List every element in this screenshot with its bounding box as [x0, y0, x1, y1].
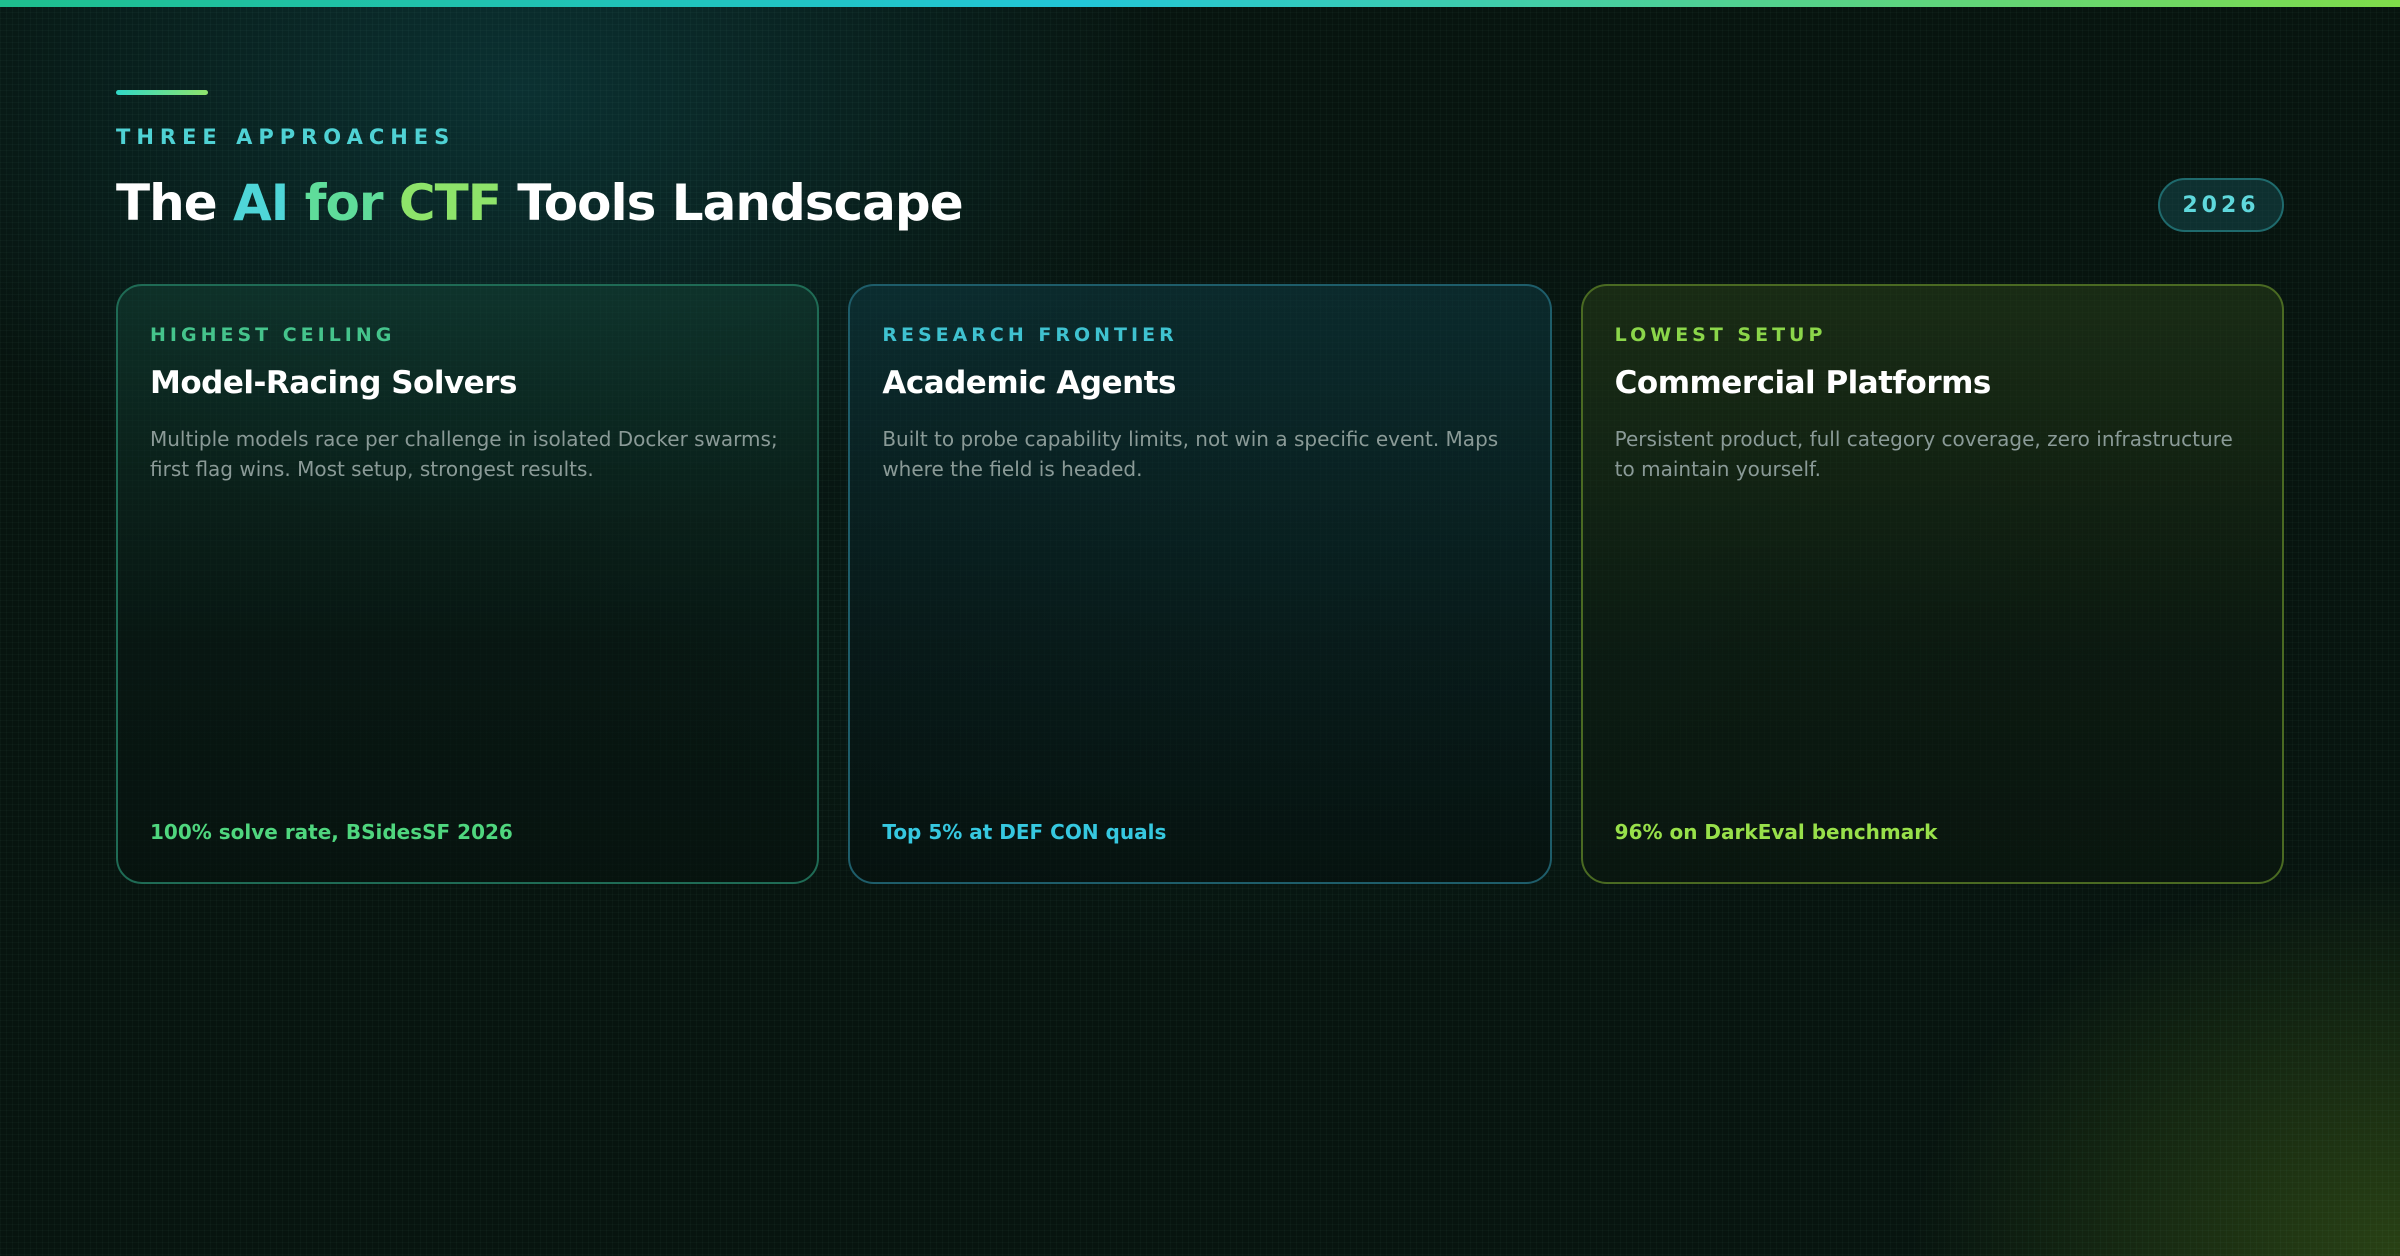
card-description: Multiple models race per challenge in is…: [150, 427, 778, 482]
card-stat: 96% on DarkEval benchmark: [1614, 820, 1938, 844]
card-description: Persistent product, full category covera…: [1614, 427, 2233, 482]
top-accent-bar: [0, 0, 2400, 7]
card-kicker: HIGHEST CEILING: [150, 324, 396, 346]
card-title: Academic Agents: [882, 365, 1176, 401]
approach-cards: HIGHEST CEILING Model-Racing Solvers Mul…: [116, 284, 2284, 884]
card-title: Model-Racing Solvers: [150, 365, 517, 401]
accent-line: [116, 90, 208, 95]
title-part-tools-landscape: Tools Landscape: [500, 174, 963, 232]
page-title: The AI for CTF Tools Landscape: [116, 176, 2284, 231]
card-kicker: RESEARCH FRONTIER: [882, 324, 1178, 346]
year-badge: 2026: [2158, 178, 2284, 232]
title-part-the: The: [116, 174, 234, 232]
card-title: Commercial Platforms: [1614, 365, 1992, 401]
card-academic-agents: RESEARCH FRONTIER Academic Agents Built …: [848, 284, 1552, 884]
card-model-racing-solvers: HIGHEST CEILING Model-Racing Solvers Mul…: [116, 284, 820, 884]
card-commercial-platforms: LOWEST SETUP Commercial Platforms Persis…: [1580, 284, 2284, 884]
card-stat: Top 5% at DEF CON quals: [882, 820, 1167, 844]
title-highlight-ctf: CTF: [398, 174, 502, 232]
card-kicker: LOWEST SETUP: [1614, 324, 1827, 346]
card-stat: 100% solve rate, BSidesSF 2026: [150, 820, 513, 844]
eyebrow-label: THREE APPROACHES: [116, 125, 456, 149]
slide-header: THREE APPROACHES The AI for CTF Tools La…: [116, 90, 2284, 232]
title-highlight-for: for: [288, 174, 399, 232]
card-description: Built to probe capability limits, not wi…: [882, 427, 1499, 482]
title-highlight-ai: AI: [233, 174, 289, 232]
